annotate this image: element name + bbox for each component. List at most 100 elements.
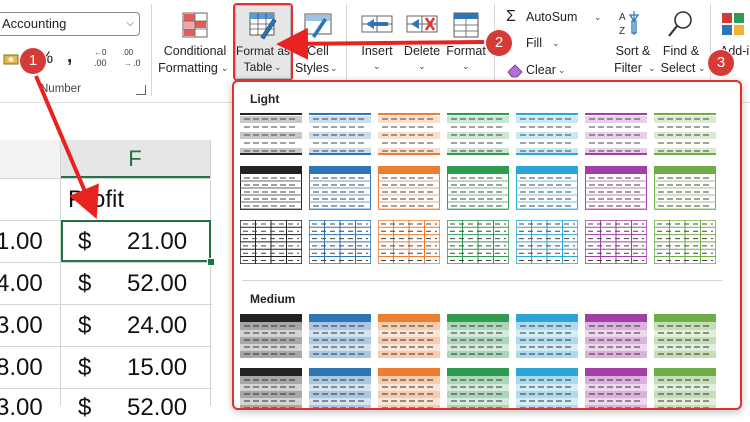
chevron-down-icon: ⌄ bbox=[462, 61, 470, 71]
table-style-medium-swatch[interactable] bbox=[240, 368, 302, 408]
table-style-light-swatch[interactable] bbox=[239, 165, 303, 211]
eraser-icon bbox=[507, 64, 523, 78]
decrease-decimal-icon: .00 → .0 bbox=[122, 48, 141, 68]
clear-button[interactable]: Clear ⌄ bbox=[504, 60, 568, 80]
svg-text:←: ← bbox=[94, 48, 102, 57]
insert-cells-icon bbox=[361, 15, 393, 33]
table-style-light-swatch[interactable] bbox=[377, 219, 441, 265]
cell-e-value[interactable]: 1.00 bbox=[0, 228, 43, 256]
chevron-down-icon: ⌄ bbox=[648, 63, 656, 73]
table-style-medium-swatch[interactable] bbox=[585, 368, 647, 408]
table-style-light-swatch[interactable] bbox=[447, 112, 509, 156]
cell-e-value[interactable]: 8.00 bbox=[0, 354, 43, 382]
table-style-medium-swatch[interactable] bbox=[585, 314, 647, 358]
chevron-down-icon: ⌄ bbox=[330, 63, 338, 73]
callout-badge-3: 3 bbox=[708, 50, 734, 76]
table-style-light-swatch[interactable] bbox=[446, 219, 510, 265]
autosum-label: AutoSum bbox=[526, 10, 578, 24]
callout-badge-2: 2 bbox=[486, 30, 512, 56]
cell-e-value[interactable]: 3.00 bbox=[0, 394, 43, 422]
insert-button[interactable]: Insert ⌄ bbox=[355, 8, 399, 78]
number-dialog-launcher-icon[interactable] bbox=[136, 85, 146, 95]
comma-style-button[interactable]: , bbox=[67, 46, 72, 68]
table-style-light-swatch[interactable] bbox=[653, 219, 717, 265]
delete-cells-icon bbox=[406, 15, 438, 33]
svg-text:.00: .00 bbox=[122, 48, 134, 57]
table-style-light-swatch[interactable] bbox=[585, 112, 647, 156]
format-button[interactable]: Format ⌄ bbox=[444, 8, 488, 78]
table-style-light-swatch[interactable] bbox=[446, 165, 510, 211]
table-style-medium-swatch[interactable] bbox=[654, 314, 716, 358]
increase-decimal-button[interactable]: ← 0 .00 bbox=[92, 46, 118, 70]
table-style-light-swatch[interactable] bbox=[515, 165, 579, 211]
column-header-f[interactable]: F bbox=[60, 140, 210, 178]
find-select-label-2: Select bbox=[660, 61, 696, 75]
table-style-light-swatch[interactable] bbox=[309, 112, 371, 156]
table-styles-gallery: Light Medium bbox=[232, 80, 742, 410]
table-style-light-swatch[interactable] bbox=[584, 165, 648, 211]
svg-text:0: 0 bbox=[102, 48, 107, 57]
number-format-dropdown[interactable]: Accounting ⌵ bbox=[0, 12, 140, 36]
table-style-medium-swatch[interactable] bbox=[654, 368, 716, 408]
svg-text:Z: Z bbox=[619, 26, 625, 37]
profit-cell[interactable]: 15.00 bbox=[127, 354, 187, 382]
table-style-light-swatch[interactable] bbox=[308, 165, 372, 211]
table-style-light-swatch[interactable] bbox=[377, 165, 441, 211]
number-format-value: Accounting bbox=[2, 16, 67, 31]
table-style-medium-swatch[interactable] bbox=[378, 368, 440, 408]
fill-button[interactable]: Fill ⌄ bbox=[504, 35, 564, 55]
delete-button[interactable]: Delete ⌄ bbox=[400, 8, 444, 78]
table-style-light-swatch[interactable] bbox=[240, 112, 302, 156]
table-style-light-swatch[interactable] bbox=[654, 112, 716, 156]
table-style-light-swatch[interactable] bbox=[584, 219, 648, 265]
cell-styles-icon bbox=[304, 13, 332, 38]
insert-label: Insert bbox=[361, 44, 393, 58]
table-style-medium-swatch[interactable] bbox=[516, 368, 578, 408]
table-style-medium-swatch[interactable] bbox=[447, 368, 509, 408]
find-select-button[interactable]: Find & Select ⌄ bbox=[656, 8, 706, 78]
table-style-light-swatch[interactable] bbox=[308, 219, 372, 265]
svg-text:.0: .0 bbox=[133, 58, 141, 68]
row-line bbox=[0, 388, 212, 389]
cell-styles-button[interactable]: Cell Styles ⌄ bbox=[295, 8, 340, 78]
table-style-light-swatch[interactable] bbox=[515, 219, 579, 265]
table-style-light-swatch[interactable] bbox=[378, 112, 440, 156]
cell-styles-label-2: Styles bbox=[294, 61, 330, 75]
table-style-light-swatch[interactable] bbox=[653, 165, 717, 211]
table-style-medium-swatch[interactable] bbox=[240, 314, 302, 358]
chevron-down-icon: ⌄ bbox=[552, 38, 560, 48]
number-group-label: Number bbox=[40, 83, 81, 95]
profit-cell[interactable]: 52.00 bbox=[127, 394, 187, 422]
svg-text:→: → bbox=[124, 59, 132, 68]
table-style-medium-swatch[interactable] bbox=[516, 314, 578, 358]
sort-filter-icon: A Z bbox=[619, 11, 640, 37]
row-line bbox=[0, 262, 212, 263]
table-style-medium-swatch[interactable] bbox=[309, 314, 371, 358]
sort-filter-button[interactable]: A Z Sort & Filter ⌄ bbox=[608, 8, 658, 78]
profit-cell[interactable]: 52.00 bbox=[127, 270, 187, 298]
cell-styles-label-1: Cell bbox=[307, 44, 329, 58]
conditional-formatting-icon bbox=[182, 12, 208, 38]
cell-e-value[interactable]: 4.00 bbox=[0, 270, 43, 298]
profit-cell[interactable]: 24.00 bbox=[127, 312, 187, 340]
conditional-formatting-button[interactable]: Conditional Formatting ⌄ bbox=[157, 8, 233, 78]
table-style-medium-swatch[interactable] bbox=[309, 368, 371, 408]
profit-header-cell[interactable]: Profit bbox=[68, 186, 124, 214]
group-separator bbox=[151, 4, 152, 96]
currency-symbol: $ bbox=[78, 354, 92, 381]
table-style-medium-swatch[interactable] bbox=[378, 314, 440, 358]
light-section-title: Light bbox=[250, 92, 280, 106]
format-cells-icon bbox=[453, 12, 479, 38]
autosum-button[interactable]: Σ AutoSum ⌄ bbox=[504, 8, 602, 29]
conditional-formatting-label-2: Formatting bbox=[158, 61, 218, 75]
cell-e-value[interactable]: 3.00 bbox=[0, 312, 43, 340]
row-line bbox=[0, 346, 212, 347]
table-style-light-swatch[interactable] bbox=[239, 219, 303, 265]
decrease-decimal-button[interactable]: .00 → .0 bbox=[120, 46, 146, 70]
table-style-medium-swatch[interactable] bbox=[447, 314, 509, 358]
section-divider bbox=[242, 280, 722, 281]
find-select-label-1: Find & bbox=[662, 44, 700, 58]
table-style-light-swatch[interactable] bbox=[516, 112, 578, 156]
currency-symbol: $ bbox=[78, 394, 92, 421]
fill-handle[interactable] bbox=[207, 258, 215, 266]
